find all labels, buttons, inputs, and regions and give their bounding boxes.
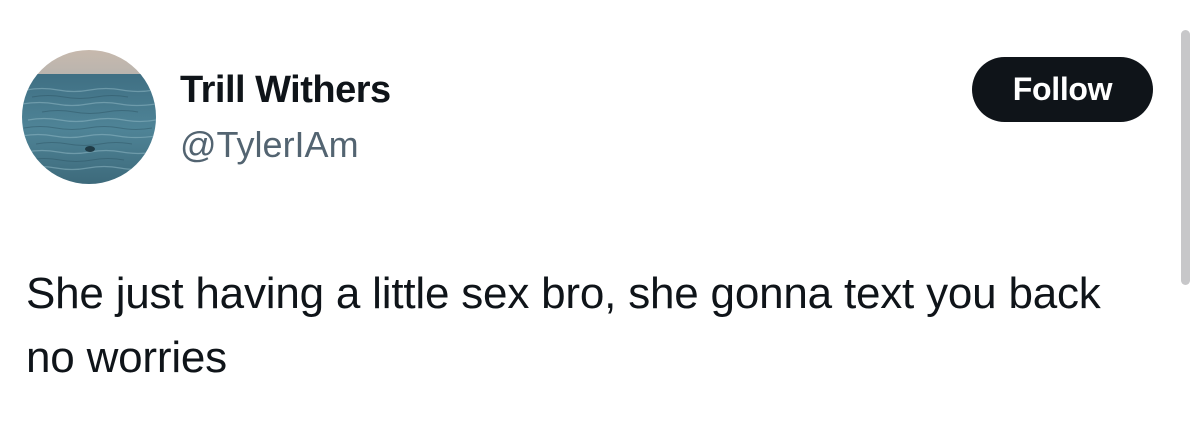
tweet-card: Trill Withers @TylerIAm Follow She just …: [0, 0, 1200, 444]
user-handle[interactable]: @TylerIAm: [180, 122, 359, 168]
display-name[interactable]: Trill Withers: [180, 66, 391, 114]
tweet-text: She just having a little sex bro, she go…: [26, 269, 1101, 382]
avatar[interactable]: [22, 50, 156, 184]
follow-button[interactable]: Follow: [972, 57, 1153, 122]
scrollbar[interactable]: [1181, 30, 1190, 285]
ocean-avatar-image: [22, 50, 156, 184]
